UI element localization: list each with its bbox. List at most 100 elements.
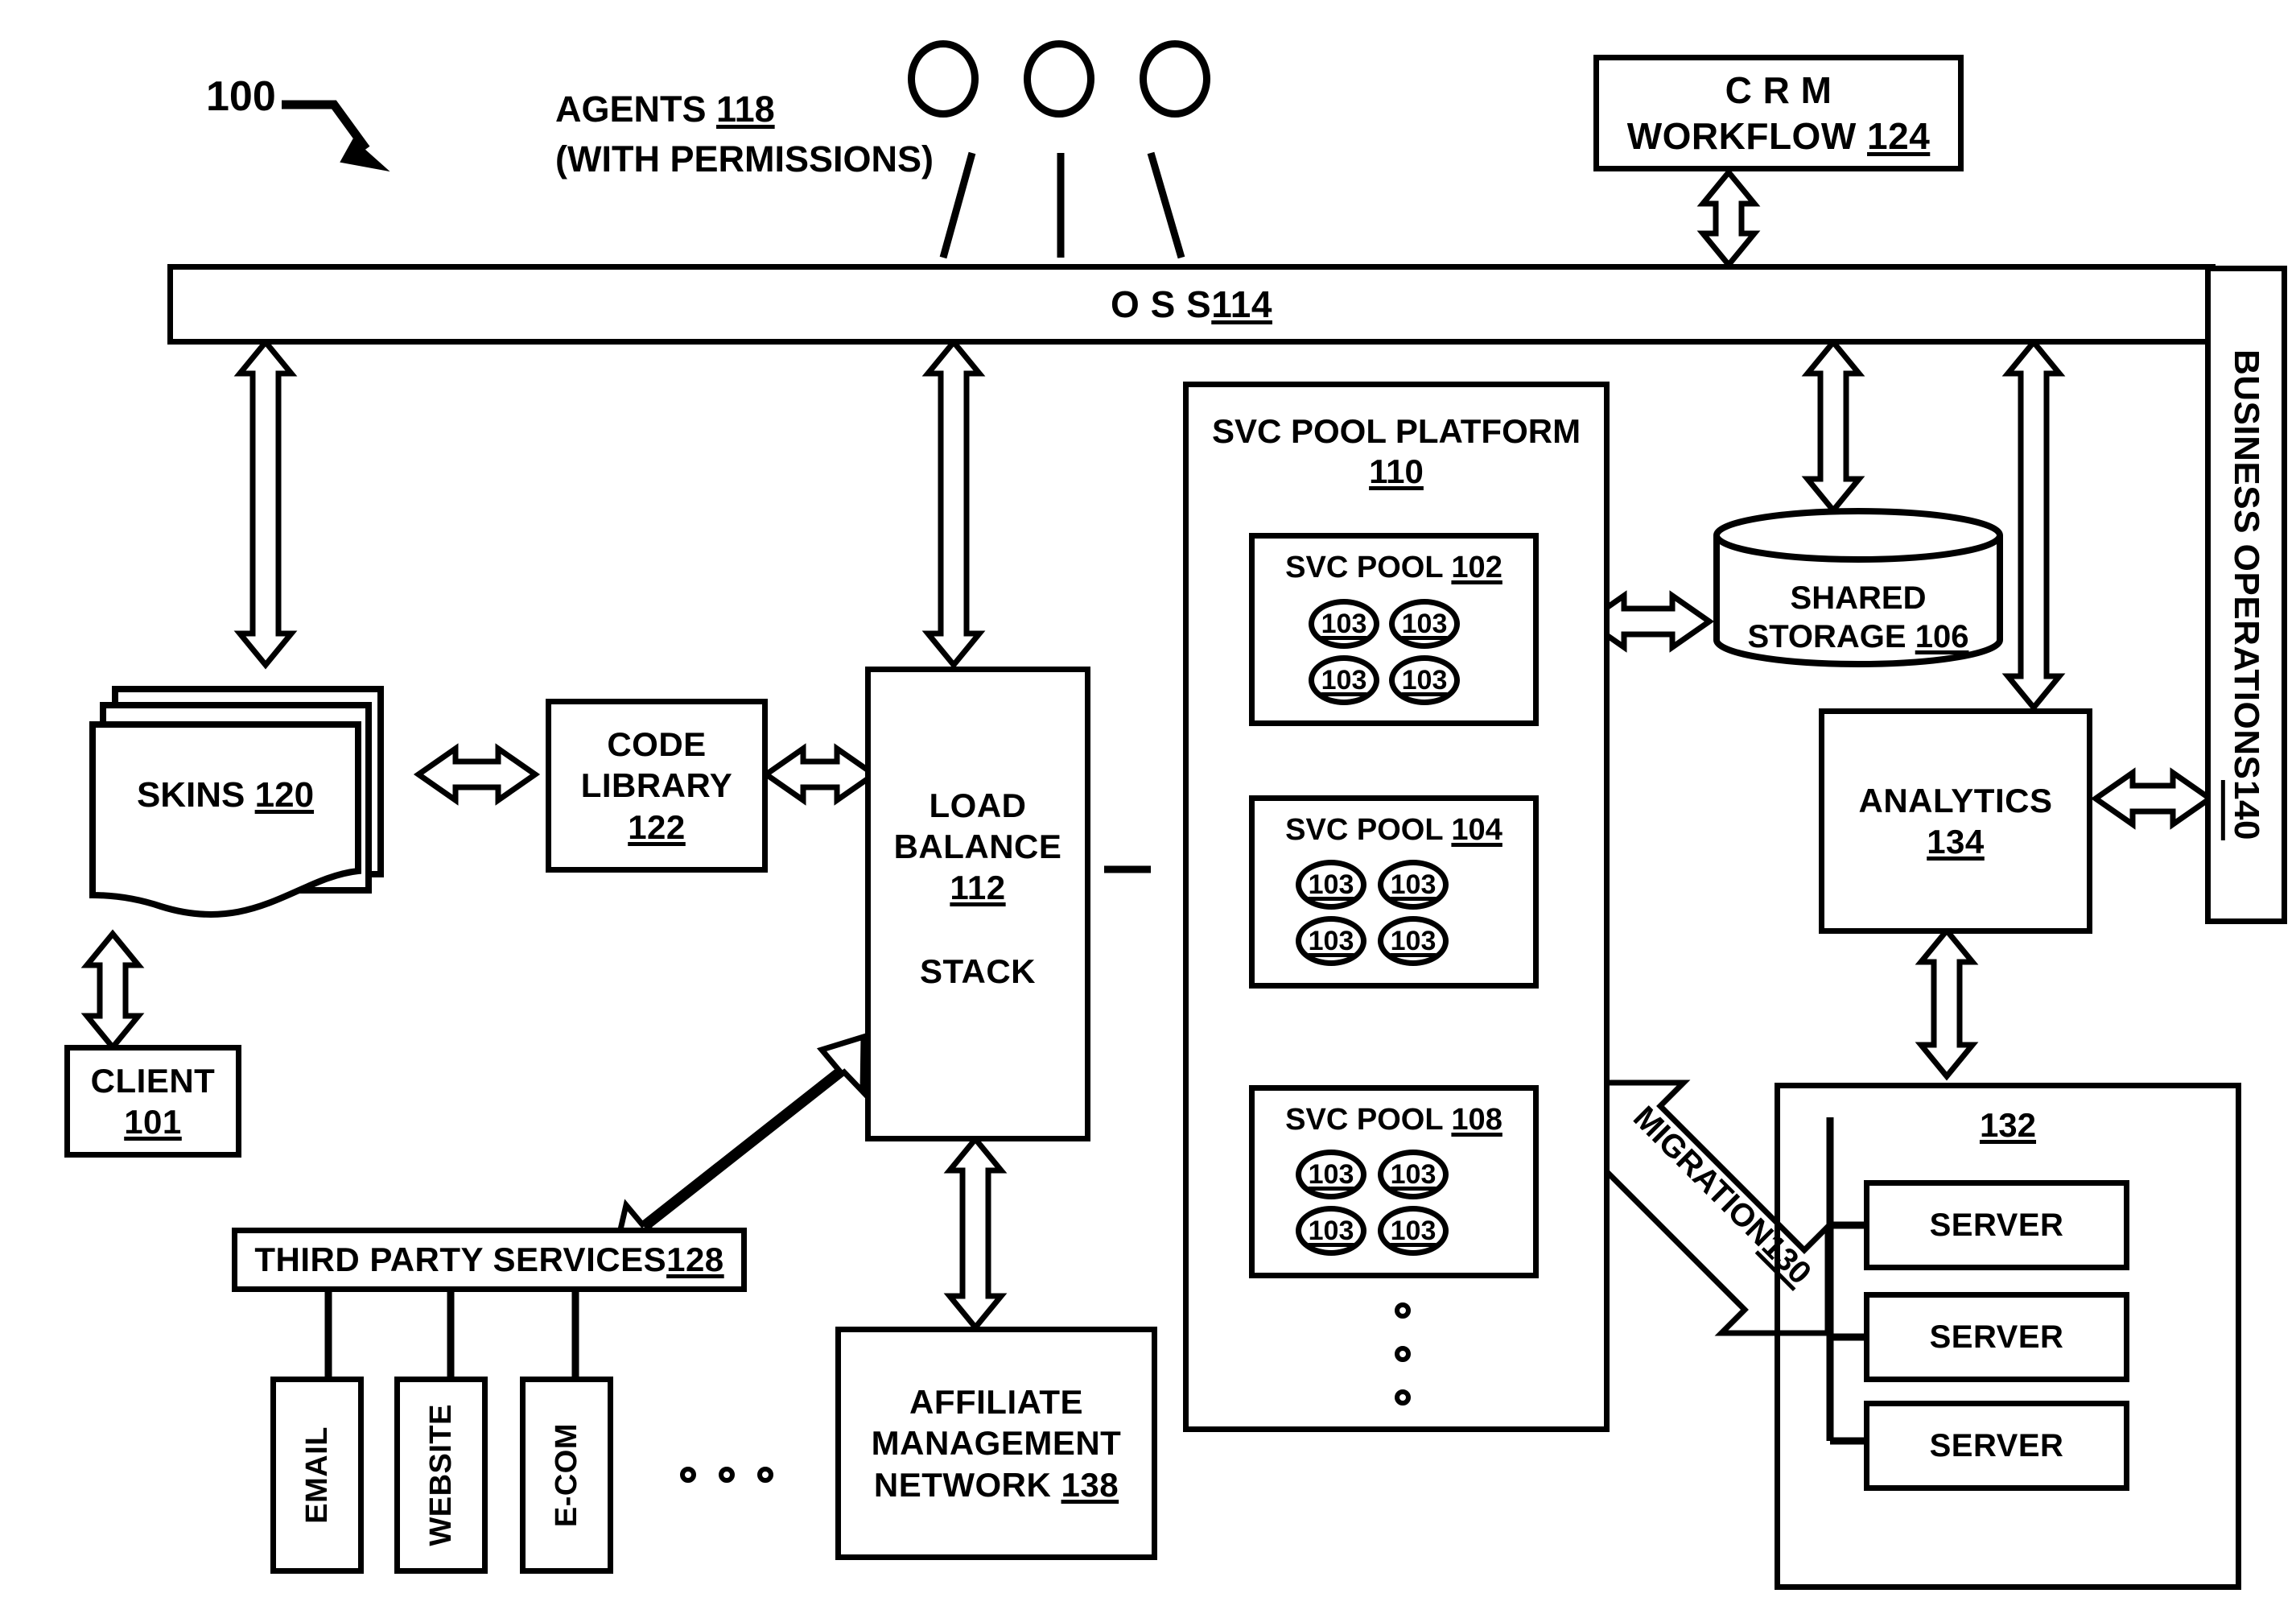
skins-label-text: SKINS [136,775,255,815]
arrow-loadbalance-affiliate [943,1134,1008,1332]
crm-workflow-line2-text: WORKFLOW [1626,114,1868,157]
client-label: CLIENT [90,1061,216,1100]
svc-pool-104-num: 104 [1451,813,1502,847]
third-party-services-box[interactable]: THIRD PARTY SERVICES 128 [232,1228,747,1292]
code-library-num: 122 [628,807,686,846]
third-party-service-website[interactable]: WEBSITE [394,1377,488,1574]
svc-node[interactable]: 103 [1296,916,1366,966]
agents-label: AGENTS 118 [555,87,925,132]
arrow-oss-skins [233,337,298,670]
svc-node[interactable]: 103 [1296,860,1366,910]
third-party-service-email[interactable]: EMAIL [270,1377,364,1574]
svc-node[interactable]: 103 [1389,655,1460,705]
shared-storage-num: 106 [1915,619,1969,654]
affiliate-management-network-box[interactable]: AFFILIATE MANAGEMENT NETWORK 138 [835,1327,1157,1560]
server-box[interactable]: SERVER [1864,1292,2129,1382]
oss-num: 114 [1211,283,1272,325]
arrow-analytics-businessops [2090,767,2216,830]
arrow-skins-client [80,929,145,1052]
third-party-service-ecom[interactable]: E-COM [520,1377,613,1574]
ellipsis-dot [719,1467,735,1483]
svc-pool-108-title: SVC POOL 108 [1249,1101,1539,1140]
oss-label: O S S [1111,283,1212,325]
svc-node[interactable]: 103 [1389,599,1460,649]
agents-label-text: AGENTS [555,89,717,130]
skins-label: SKINS 120 [89,773,362,817]
agent-icon[interactable] [908,40,979,118]
svc-node-num: 103 [1390,1215,1437,1246]
load-balance-num: 112 [950,869,1006,907]
oss-bar[interactable]: O S S 114 [167,264,2216,345]
third-party-service-email-label: EMAIL [299,1426,334,1524]
svc-node-num: 103 [1401,608,1448,639]
arrow-oss-storage [1801,337,1865,515]
business-operations-num: 140 [2226,779,2266,840]
analytics-label: ANALYTICS [1858,781,2053,819]
server-label: SERVER [1929,1427,2064,1463]
affiliate-line3-text: NETWORK [873,1465,1061,1504]
svc-node[interactable]: 103 [1309,599,1379,649]
svc-node-num: 103 [1390,925,1437,956]
figure-number: 100 [206,73,276,120]
code-library-box[interactable]: CODE LIBRARY 122 [546,699,768,873]
svc-node[interactable]: 103 [1378,1206,1449,1256]
client-num: 101 [124,1103,182,1141]
svc-node-num: 103 [1308,1215,1354,1246]
svc-node-num: 103 [1321,608,1367,639]
svc-node-num: 103 [1308,925,1354,956]
affiliate-line3: NETWORK 138 [874,1464,1119,1505]
svc-node[interactable]: 103 [1378,860,1449,910]
load-balance-stack-label: STACK [919,951,1037,990]
crm-workflow-box[interactable]: C R M WORKFLOW 124 [1593,55,1964,171]
skins-stack[interactable] [89,684,410,950]
business-operations-label-wrap: BUSINESS OPERATIONS 140 [2224,349,2268,840]
patent-figure-canvas: 100 AGENTS 118 (WITH PERMISSIONS) C R M … [0,0,2296,1614]
svc-node[interactable]: 103 [1309,655,1379,705]
client-box[interactable]: CLIENT 101 [64,1045,241,1158]
arrow-analytics-servergroup [1915,926,1979,1081]
svc-pool-102-num: 102 [1451,551,1502,584]
arrow-codelibrary-loadbalance [761,743,880,806]
svc-node[interactable]: 103 [1296,1206,1366,1256]
third-party-services-num: 128 [666,1240,724,1279]
ellipsis-dot [1395,1346,1411,1362]
ellipsis-dot [1395,1389,1411,1406]
affiliate-line1: AFFILIATE [909,1383,1084,1422]
svc-pool-102-title: SVC POOL 102 [1249,549,1539,588]
svc-pool-platform-num: 110 [1369,452,1424,490]
svc-pool-104-title: SVC POOL 104 [1249,811,1539,850]
svc-node[interactable]: 103 [1378,1150,1449,1199]
shared-storage-line2: STORAGE 106 [1713,617,2004,657]
crm-workflow-line2: WORKFLOW 124 [1627,114,1931,159]
analytics-num: 134 [1927,823,1985,861]
crm-workflow-line1: C R M [1725,69,1832,112]
arrow-loadbalance-thirdparty [610,1033,867,1261]
third-party-service-ecom-label: E-COM [549,1422,583,1528]
affiliate-line2: MANAGEMENT [871,1424,1122,1463]
svc-node-num: 103 [1308,1158,1354,1190]
server-box[interactable]: SERVER [1864,1401,2129,1491]
agent-icon[interactable] [1140,40,1210,118]
affiliate-num: 138 [1061,1465,1119,1504]
svc-pool-platform-title: SVC POOL PLATFORM [1211,412,1581,450]
load-balance-line1: LOAD [929,786,1027,824]
third-party-service-website-label: WEBSITE [423,1404,458,1546]
business-operations-box[interactable]: BUSINESS OPERATIONS 140 [2205,266,2287,924]
svc-pool-102-title-text: SVC POOL [1285,551,1452,584]
svc-node-num: 103 [1390,1158,1437,1190]
server-box[interactable]: SERVER [1864,1180,2129,1270]
server-label: SERVER [1929,1319,2064,1355]
agents-label-num: 118 [716,89,775,130]
ellipsis-dot [757,1467,773,1483]
crm-workflow-num: 124 [1867,114,1931,157]
ellipsis-dot [680,1467,696,1483]
analytics-box[interactable]: ANALYTICS 134 [1819,708,2092,934]
svc-node[interactable]: 103 [1378,916,1449,966]
load-balance-box[interactable]: LOAD BALANCE 112 STACK [865,667,1090,1141]
server-label: SERVER [1929,1207,2064,1243]
migration-label: MIGRATION [1626,1099,1781,1253]
svc-node[interactable]: 103 [1296,1150,1366,1199]
agent-icon[interactable] [1024,40,1094,118]
shared-storage-line1: SHARED [1790,580,1927,616]
agents-permissions-label: (WITH PERMISSIONS) [555,138,934,180]
